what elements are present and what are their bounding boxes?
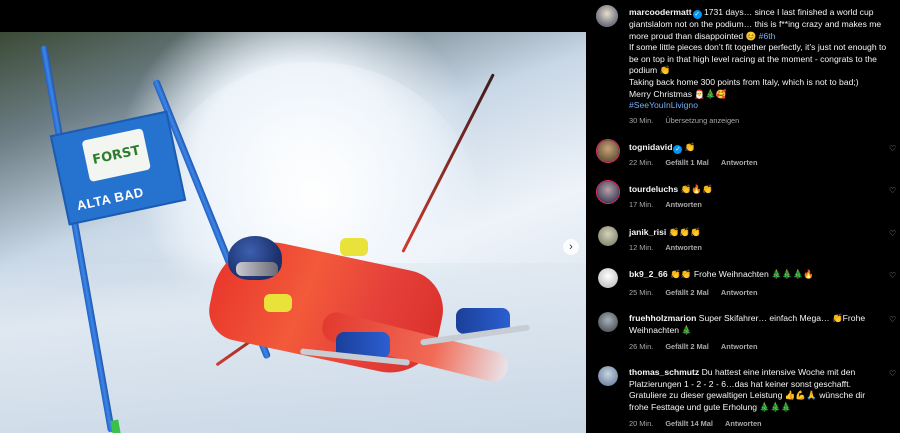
next-image-button[interactable]: › (563, 239, 579, 255)
comment-5-meta: 26 Min. Gefällt 2 Mal Antworten (629, 342, 767, 351)
comment-text: 👏 (684, 142, 696, 152)
reply-button[interactable]: Antworten (665, 243, 702, 252)
comment-1-meta: 22 Min. Gefällt 1 Mal Antworten (629, 158, 767, 167)
comment-6: thomas_schmutz Du hattest eine intensive… (629, 367, 879, 413)
post-caption: marcoodermatt ✓ 1731 days… since I last f… (629, 7, 891, 112)
reply-button[interactable]: Antworten (725, 419, 762, 428)
heart-outline-icon[interactable]: ♡ (889, 144, 898, 153)
gate-banner-logo: FORST (81, 128, 151, 183)
comment-time: 20 Min. (629, 419, 654, 428)
comment-time: 25 Min. (629, 288, 654, 297)
heart-outline-icon[interactable]: ♡ (889, 229, 898, 238)
skier-glove-left (264, 294, 292, 312)
hashtag-see-you-in-livigno[interactable]: #SeeYouInLivigno (629, 100, 891, 112)
comment-username[interactable]: thomas_schmutz (629, 367, 699, 377)
comment-avatar[interactable] (598, 268, 618, 288)
show-translation-button[interactable]: Übersetzung anzeigen (665, 116, 739, 125)
caption-time: 30 Min. (629, 116, 654, 125)
comment-text: 👏🔥👏 (680, 184, 713, 194)
comment-2: tourdeluchs 👏🔥👏 (629, 184, 879, 196)
comment-likes[interactable]: Gefällt 14 Mal (665, 419, 713, 428)
comment-avatar[interactable] (598, 366, 618, 386)
reply-button[interactable]: Antworten (721, 288, 758, 297)
gate-banner-text: ALTA BAD (75, 184, 146, 214)
hashtag-6th[interactable]: #6th (759, 31, 776, 41)
comment-username[interactable]: janik_risi (629, 227, 666, 237)
skier-glove-right (340, 238, 368, 256)
heart-outline-icon[interactable]: ♡ (889, 271, 898, 280)
comment-username[interactable]: tognidavid (629, 142, 672, 152)
comment-username[interactable]: bk9_2_66 (629, 269, 668, 279)
comment-likes[interactable]: Gefällt 2 Mal (665, 288, 709, 297)
caption-line2: If some little pieces don’t fit together… (629, 42, 887, 76)
comment-avatar[interactable] (598, 312, 618, 332)
reply-button[interactable]: Antworten (721, 342, 758, 351)
comment-username[interactable]: fruehholzmarion (629, 313, 696, 323)
author-username[interactable]: marcoodermatt (629, 7, 692, 17)
verified-badge-icon: ✓ (673, 145, 683, 154)
comment-avatar[interactable] (598, 226, 618, 246)
chevron-right-icon: › (569, 241, 573, 253)
comment-2-meta: 17 Min. Antworten (629, 200, 712, 209)
caption-meta: 30 Min. Übersetzung anzeigen (629, 116, 749, 125)
heart-outline-icon[interactable]: ♡ (889, 315, 898, 324)
comment-likes[interactable]: Gefällt 2 Mal (665, 342, 709, 351)
comment-6-meta: 20 Min. Gefällt 14 Mal Antworten (629, 419, 772, 428)
heart-outline-icon[interactable]: ♡ (889, 186, 898, 195)
comment-likes[interactable]: Gefällt 1 Mal (665, 158, 709, 167)
heart-outline-icon[interactable]: ♡ (889, 369, 898, 378)
post-media: FORST ALTA BAD › (0, 0, 586, 433)
post-photo: FORST ALTA BAD (0, 32, 586, 433)
comment-time: 26 Min. (629, 342, 654, 351)
comment-avatar[interactable] (596, 180, 620, 204)
comment-text: 👏👏👏 (668, 227, 701, 237)
author-avatar[interactable] (596, 5, 618, 27)
comment-3-meta: 12 Min. Antworten (629, 243, 712, 252)
comments-panel: marcoodermatt ✓ 1731 days… since I last f… (586, 0, 900, 433)
caption-line4: Merry Christmas 🎅🎄🥰 (629, 88, 727, 99)
reply-button[interactable]: Antworten (665, 200, 702, 209)
comment-4: bk9_2_66 👏👏 Frohe Weihnachten 🎄🎄🎄🔥 (629, 269, 879, 281)
reply-button[interactable]: Antworten (721, 158, 758, 167)
comment-time: 12 Min. (629, 243, 654, 252)
comment-avatar[interactable] (596, 139, 620, 163)
comment-time: 22 Min. (629, 158, 654, 167)
caption-line3: Taking back home 300 points from Italy, … (629, 76, 859, 87)
comment-1: tognidavid ✓ 👏 (629, 142, 879, 154)
comment-text: 👏👏 Frohe Weihnachten 🎄🎄🎄🔥 (670, 269, 814, 279)
skier-goggles (236, 262, 278, 276)
comment-4-meta: 25 Min. Gefällt 2 Mal Antworten (629, 288, 767, 297)
comment-3: janik_risi 👏👏👏 (629, 227, 879, 239)
comment-username[interactable]: tourdeluchs (629, 184, 678, 194)
comment-5: fruehholzmarion Super Skifahrer… einfach… (629, 313, 879, 336)
comment-time: 17 Min. (629, 200, 654, 209)
verified-badge-icon: ✓ (692, 10, 702, 19)
